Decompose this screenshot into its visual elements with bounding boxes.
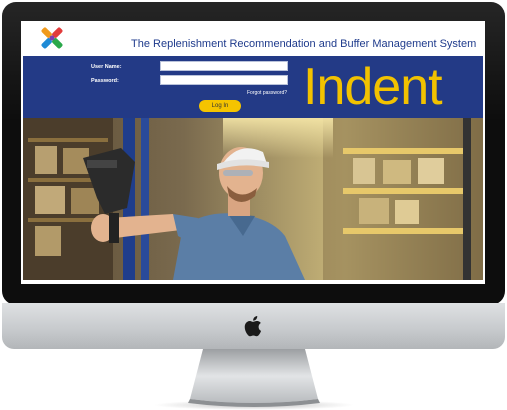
company-logo — [41, 27, 63, 49]
password-input[interactable] — [160, 75, 288, 85]
login-banner: User Name: Password: Forgot password? Lo… — [23, 56, 483, 118]
brand-word: Indent — [303, 58, 443, 116]
username-input[interactable] — [160, 61, 288, 71]
monitor-stand — [154, 349, 354, 410]
apple-logo-icon — [244, 316, 262, 337]
warehouse-photo — [23, 118, 483, 280]
login-button[interactable]: Log In — [199, 100, 241, 112]
forgot-password-link[interactable]: Forgot password? — [247, 90, 287, 96]
username-label: User Name: — [91, 64, 122, 70]
password-label: Password: — [91, 78, 119, 84]
monitor-screen: The Replenishment Recommendation and Buf… — [21, 21, 485, 284]
page-title: The Replenishment Recommendation and Buf… — [131, 38, 477, 50]
